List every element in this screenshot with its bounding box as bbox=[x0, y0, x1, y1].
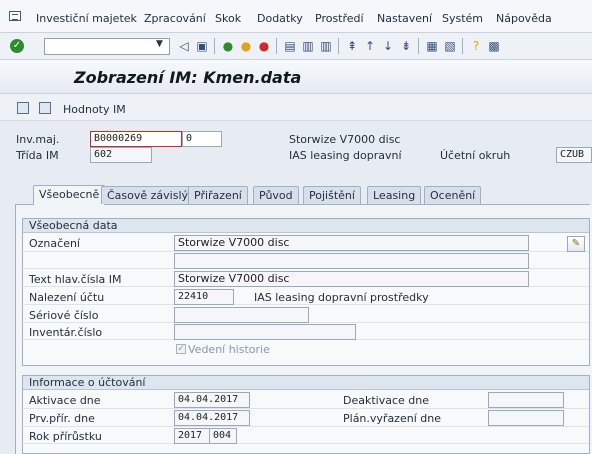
inv-maj-description: Storwize V7000 disc bbox=[289, 133, 401, 146]
create-session-icon[interactable]: ▦ bbox=[424, 37, 440, 54]
print-icon[interactable]: ▤ bbox=[282, 37, 298, 54]
inv-maj-subnumber-field[interactable]: 0 bbox=[182, 131, 222, 147]
menu-skok[interactable]: Skok bbox=[215, 12, 241, 25]
back-nav-icon[interactable]: ● bbox=[220, 37, 236, 54]
tab-pojisteni[interactable]: Pojištění bbox=[303, 186, 361, 204]
last-page-icon[interactable]: ⇟ bbox=[398, 37, 414, 54]
vedeni-historie-checkbox: ✓ bbox=[176, 344, 186, 354]
oznaceni-field[interactable]: Storwize V7000 disc bbox=[174, 235, 529, 251]
row-divider bbox=[23, 443, 589, 444]
command-dropdown-icon[interactable]: ▼ bbox=[156, 39, 163, 49]
inv-maj-field[interactable]: B0000269 bbox=[90, 131, 182, 147]
rok-prirustku-period-field[interactable]: 004 bbox=[209, 428, 237, 444]
help-icon[interactable]: ? bbox=[468, 37, 484, 54]
nalezeni-uctu-label: Nalezení účtu bbox=[29, 291, 105, 304]
trida-im-field: 602 bbox=[90, 147, 152, 163]
text-hlav-cisla-label: Text hlav.čísla IM bbox=[29, 273, 122, 286]
tab-prirazeni[interactable]: Přiřazení bbox=[188, 186, 248, 204]
tab-oceneni[interactable]: Ocenění bbox=[424, 186, 482, 204]
general-data-group-title: Všeobecná data bbox=[23, 219, 589, 233]
menu-napoveda[interactable]: Nápověda bbox=[496, 12, 552, 25]
shortcut-icon[interactable]: ▧ bbox=[442, 37, 458, 54]
menu-dodatky[interactable]: Dodatky bbox=[257, 12, 303, 25]
asset-values-icon[interactable] bbox=[39, 102, 51, 114]
oznaceni-label: Označení bbox=[29, 237, 80, 250]
menu-zpracovani[interactable]: Zpracování bbox=[144, 12, 206, 25]
page-title: Zobrazení IM: Kmen.data bbox=[74, 68, 302, 87]
tab-vseobecne[interactable]: Všeobecně bbox=[33, 185, 106, 205]
row-divider bbox=[23, 251, 589, 252]
find-icon[interactable]: ▥ bbox=[300, 37, 316, 54]
seriove-cislo-field[interactable] bbox=[174, 307, 309, 323]
nalezeni-uctu-field[interactable]: 22410 bbox=[174, 289, 234, 305]
other-asset-icon[interactable] bbox=[17, 102, 29, 114]
deaktivace-dne-field[interactable] bbox=[488, 392, 564, 408]
text-hlav-cisla-field[interactable]: Storwize V7000 disc bbox=[174, 271, 529, 287]
tab-puvod[interactable]: Původ bbox=[253, 186, 299, 204]
vedeni-historie-label: Vedení historie bbox=[188, 343, 270, 356]
toolbar-separator bbox=[338, 38, 339, 54]
trida-im-description: IAS leasing dopravní bbox=[289, 149, 402, 162]
menu-bar: Investiční majetek Zpracování Skok Dodat… bbox=[0, 0, 592, 33]
plan-vyrazeni-dne-field[interactable] bbox=[488, 410, 564, 426]
cancel-icon[interactable]: ● bbox=[256, 37, 272, 54]
toolbar-separator bbox=[214, 38, 215, 54]
tab-leasing[interactable]: Leasing bbox=[367, 186, 422, 204]
rok-prirustku-field[interactable]: 2017 bbox=[174, 428, 210, 444]
prv-prir-dne-label: Prv.přír. dne bbox=[29, 412, 95, 425]
tab-casove-zavisly[interactable]: Časově závislý bbox=[101, 186, 195, 204]
long-text-icon[interactable]: ✎ bbox=[567, 236, 585, 252]
first-page-icon[interactable]: ⇞ bbox=[344, 37, 360, 54]
asset-values-button[interactable]: Hodnoty IM bbox=[63, 103, 126, 116]
ucetni-okruh-label: Účetní okruh bbox=[440, 149, 511, 162]
nalezeni-uctu-description: IAS leasing dopravní prostředky bbox=[254, 291, 429, 304]
inventar-cislo-field[interactable] bbox=[174, 324, 356, 340]
row-divider bbox=[23, 304, 589, 305]
toolbar-separator bbox=[462, 38, 463, 54]
enter-icon[interactable]: ✓ bbox=[10, 39, 24, 53]
back-icon[interactable]: ◁ bbox=[176, 37, 192, 54]
seriove-cislo-label: Sériové číslo bbox=[29, 309, 99, 322]
aktivace-dne-label: Aktivace dne bbox=[29, 394, 101, 407]
menu-system[interactable]: Systém bbox=[442, 12, 483, 25]
oznaceni-field-2[interactable] bbox=[174, 253, 529, 269]
next-page-icon[interactable]: ↓ bbox=[380, 37, 396, 54]
layout-icon[interactable]: ▩ bbox=[486, 37, 502, 54]
aktivace-dne-field[interactable]: 04.04.2017 bbox=[174, 392, 250, 408]
inv-maj-label: Inv.maj. bbox=[16, 133, 60, 146]
ucetni-okruh-field: CZUB bbox=[556, 147, 592, 163]
window-menu-icon[interactable] bbox=[9, 11, 21, 21]
inventar-cislo-label: Inventár.číslo bbox=[29, 326, 103, 339]
rok-prirustku-label: Rok přírůstku bbox=[29, 430, 102, 443]
toolbar-separator bbox=[276, 38, 277, 54]
row-divider bbox=[23, 408, 589, 409]
plan-vyrazeni-dne-label: Plán.vyřazení dne bbox=[343, 412, 441, 425]
find-next-icon[interactable]: ▥ bbox=[318, 37, 334, 54]
row-divider bbox=[23, 426, 589, 427]
deaktivace-dne-label: Deaktivace dne bbox=[343, 394, 430, 407]
menu-investicni-majetek[interactable]: Investiční majetek bbox=[36, 12, 137, 25]
exit-icon[interactable]: ● bbox=[238, 37, 254, 54]
save-icon[interactable]: ▣ bbox=[194, 37, 210, 54]
trida-im-label: Třída IM bbox=[16, 149, 59, 162]
menu-nastaveni[interactable]: Nastavení bbox=[377, 12, 432, 25]
posting-info-group-title: Informace o účtování bbox=[23, 376, 589, 390]
command-field[interactable] bbox=[44, 38, 170, 55]
prv-prir-dne-field[interactable]: 04.04.2017 bbox=[174, 410, 250, 426]
prev-page-icon[interactable]: ↑ bbox=[362, 37, 378, 54]
toolbar-separator bbox=[418, 38, 419, 54]
menu-prostredi[interactable]: Prostředí bbox=[315, 12, 364, 25]
